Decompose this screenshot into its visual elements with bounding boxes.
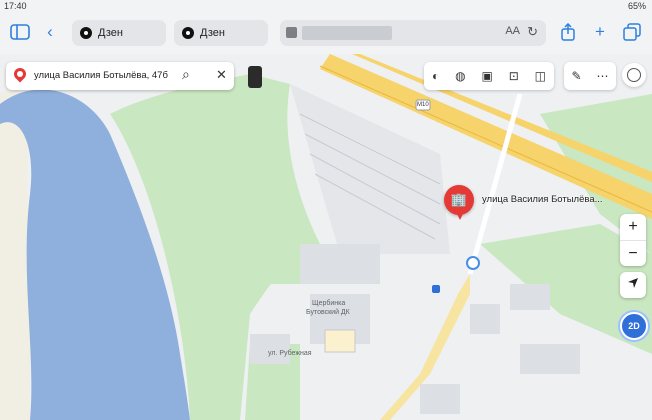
tab-2[interactable]: Дзен	[174, 20, 268, 46]
tab-label: Дзен	[98, 27, 123, 39]
map-label: Бутовский ДК	[306, 309, 350, 316]
search-box[interactable]: улица Василия Ботылёва, 47б ⌕ ✕	[6, 62, 234, 90]
locate-me-button[interactable]	[620, 272, 646, 298]
traffic-layer-icon[interactable]: ◐	[432, 69, 439, 83]
map-mode-button[interactable]: 2D	[620, 312, 648, 340]
text-size-button[interactable]: AA	[505, 25, 520, 37]
zoom-controls: + −	[620, 214, 646, 266]
status-battery: 65%	[627, 1, 646, 11]
parking-icon[interactable]: ▣	[481, 69, 492, 83]
poi-circle-icon[interactable]	[466, 256, 480, 270]
transport-icon[interactable]: ⊡	[509, 69, 519, 83]
tabs-overview-icon[interactable]	[620, 20, 644, 44]
tab-1[interactable]: Дзен	[72, 20, 166, 46]
map-label: ул. Рубежная	[268, 350, 312, 357]
building-marker-icon[interactable]: 🏢	[444, 185, 474, 220]
layer-controls: ◐ ◍ ▣ ⊡ ◫	[424, 62, 554, 90]
zoom-in-button[interactable]: +	[620, 214, 646, 240]
address-text	[302, 26, 392, 40]
status-bar: 17:40 65%	[0, 0, 652, 12]
sidebar-icon[interactable]	[8, 20, 32, 44]
share-icon[interactable]	[556, 20, 580, 44]
map-base	[0, 54, 652, 420]
profile-avatar[interactable]	[622, 63, 646, 87]
close-icon[interactable]: ✕	[216, 67, 227, 83]
browser-toolbar: ‹ Дзен Дзен AA ↻ +	[0, 12, 652, 55]
ruler-icon[interactable]: ✎	[571, 69, 581, 83]
dzen-icon	[182, 27, 194, 39]
map-label: Щербинка	[312, 300, 346, 307]
bus-stop-icon[interactable]	[432, 285, 440, 293]
reload-icon[interactable]: ↻	[527, 24, 538, 40]
tool-controls: ✎ ⋯	[564, 62, 616, 90]
marker-label[interactable]: улица Василия Ботылёва...	[482, 194, 603, 205]
status-time: 17:40	[4, 1, 27, 11]
road-shield-label: М10	[417, 102, 429, 108]
navigation-arrow-icon	[628, 278, 638, 288]
new-tab-icon[interactable]: +	[588, 20, 612, 44]
search-input[interactable]: улица Василия Ботылёва, 47б	[34, 70, 168, 81]
panorama-icon[interactable]: ◍	[455, 69, 465, 83]
zoom-out-button[interactable]: −	[620, 240, 646, 267]
site-icon	[286, 27, 297, 38]
location-pin-icon	[11, 65, 29, 83]
panel-toggle-button[interactable]	[248, 66, 262, 88]
layers-icon[interactable]: ◫	[535, 69, 546, 83]
more-icon[interactable]: ⋯	[597, 69, 609, 83]
address-bar[interactable]: AA ↻	[280, 20, 546, 46]
search-icon[interactable]: ⌕	[182, 66, 190, 83]
back-icon[interactable]: ‹	[38, 20, 62, 44]
dzen-icon	[80, 27, 92, 39]
map-canvas[interactable]: М10 Щербинка Бутовский ДК ул. Рубежная	[0, 54, 652, 420]
tab-label: Дзен	[200, 27, 225, 39]
